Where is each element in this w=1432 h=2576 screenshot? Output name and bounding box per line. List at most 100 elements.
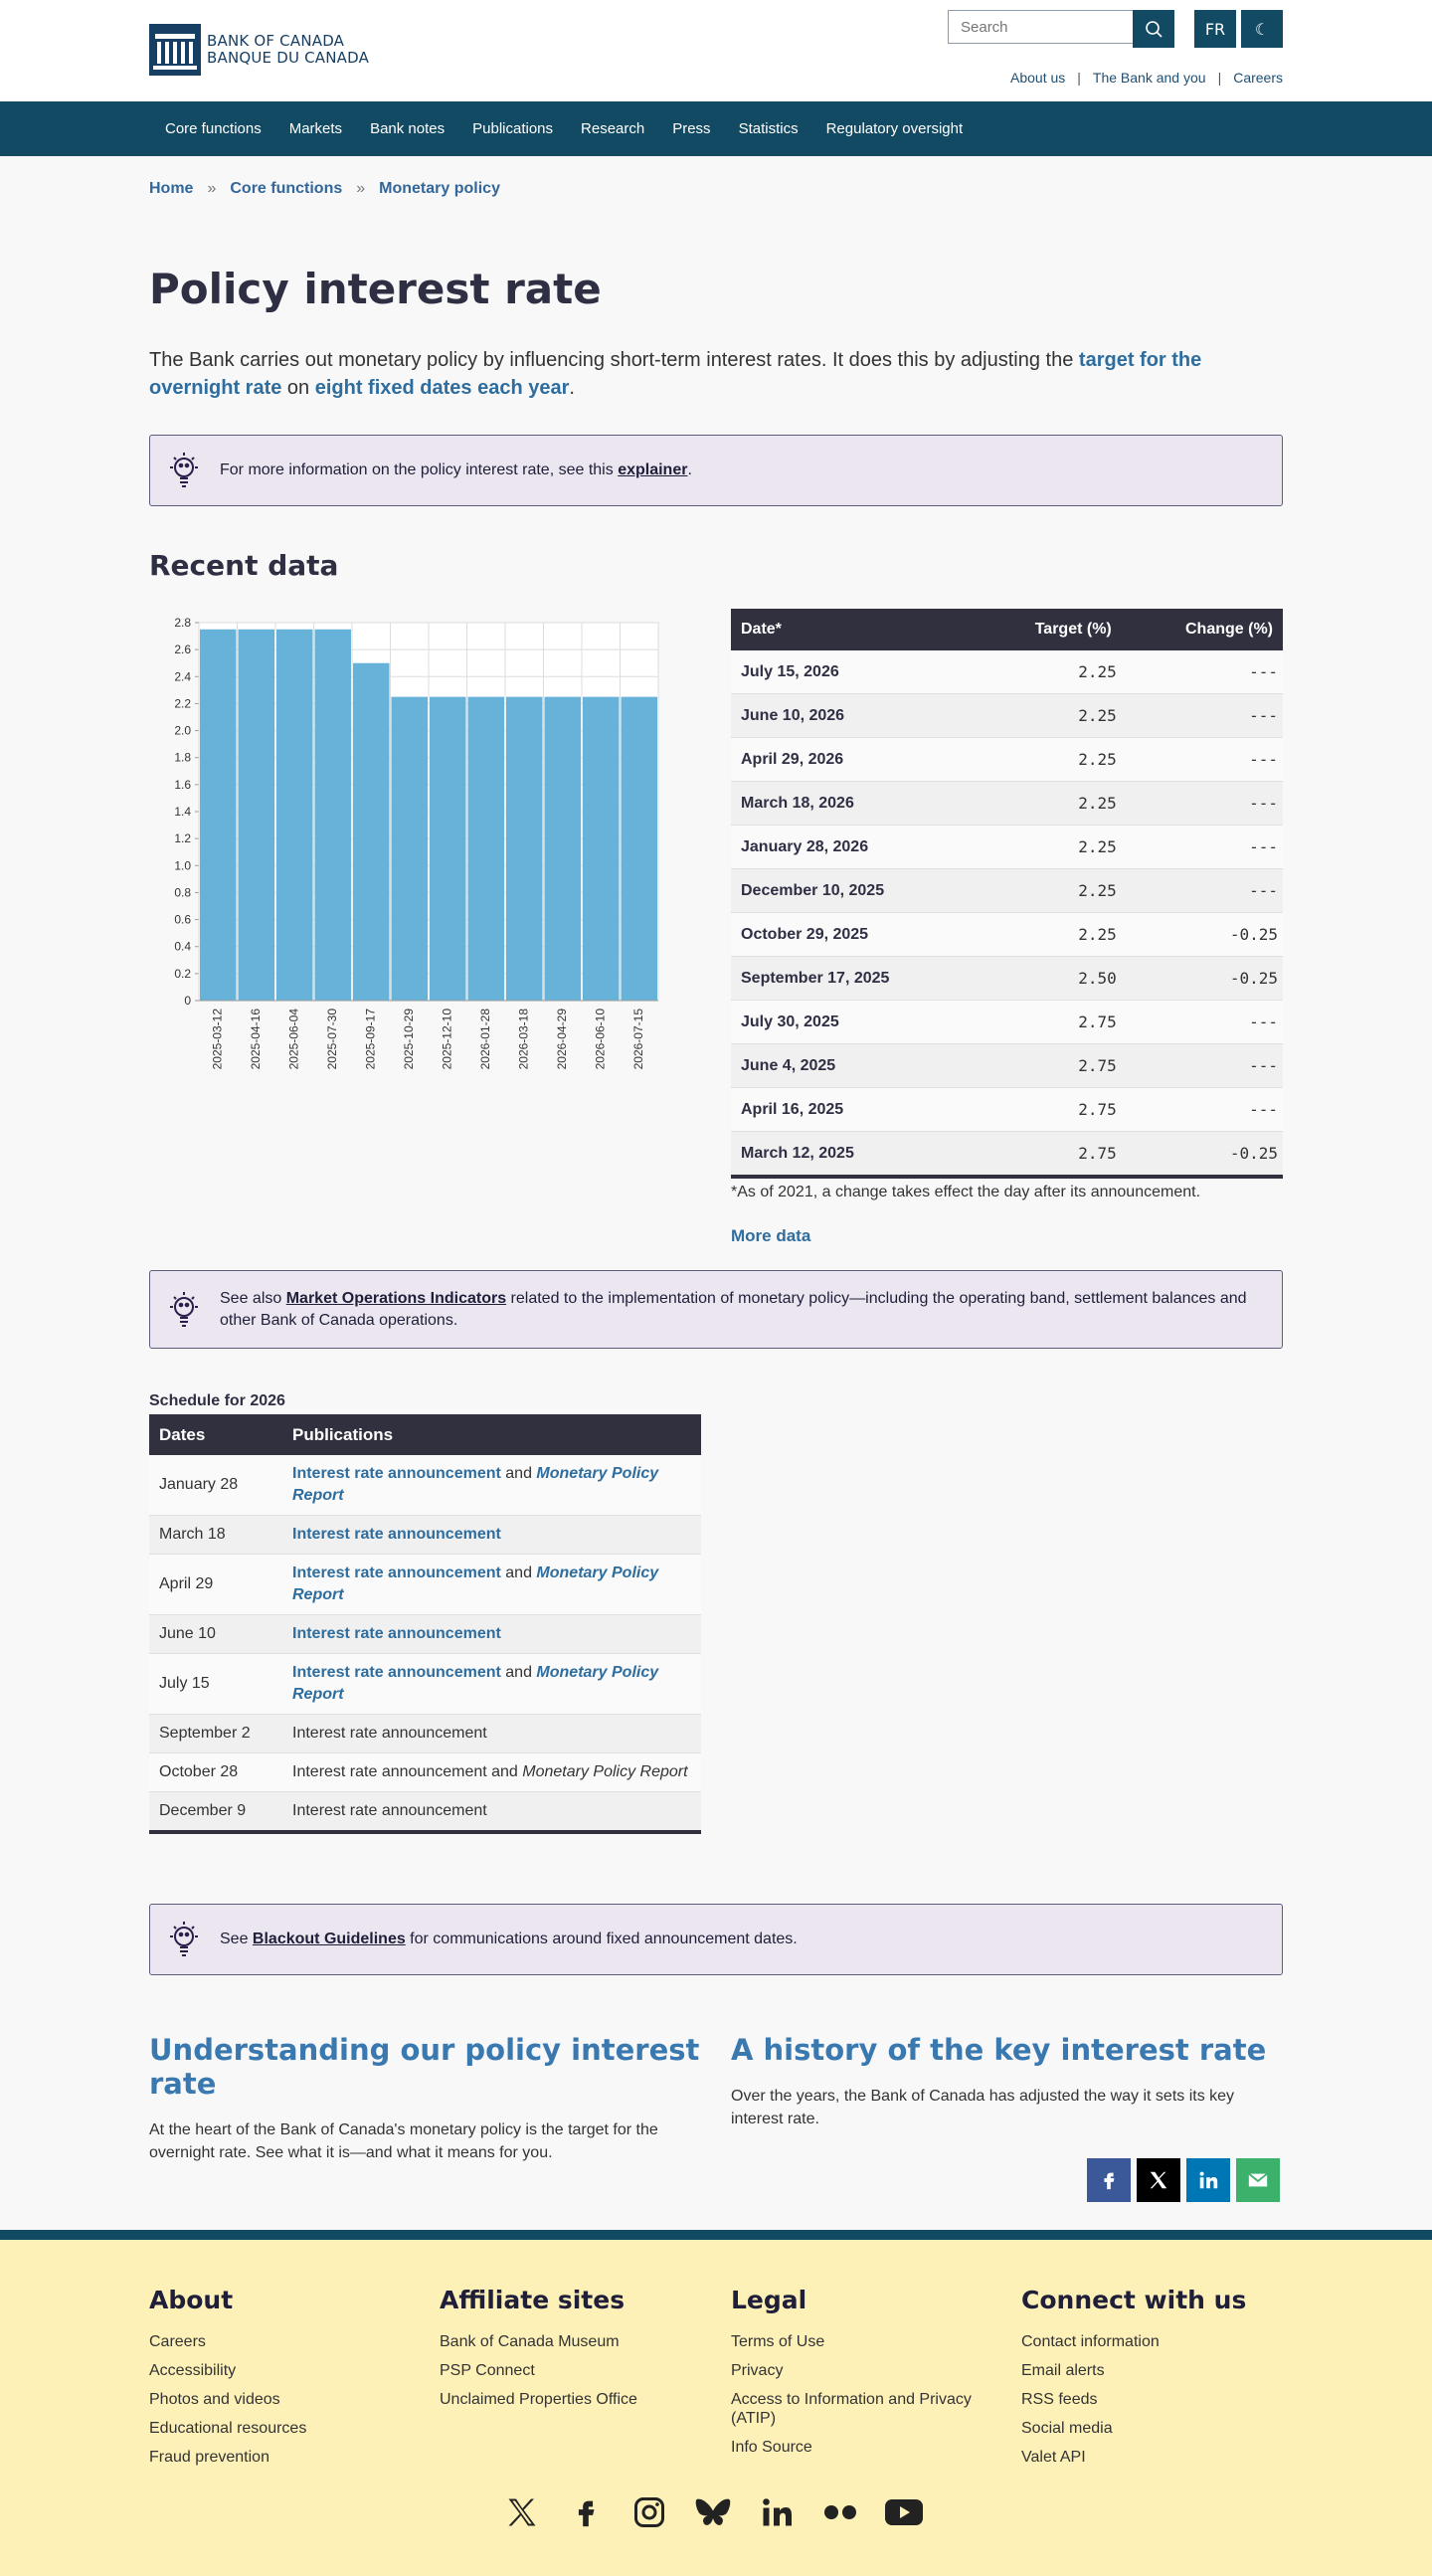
- footer-link[interactable]: Social media: [1021, 2419, 1280, 2438]
- y-tick-label: 0.4: [174, 940, 191, 954]
- breadcrumb-home[interactable]: Home: [149, 180, 193, 198]
- x-tick-label: 2026-07-15: [631, 1009, 645, 1070]
- moon-icon: ☾: [1254, 19, 1270, 39]
- table-row: March 18 Interest rate announcement: [149, 1515, 701, 1555]
- rate-date-cell: June 10, 2026: [731, 693, 977, 738]
- market-ops-link[interactable]: Market Operations Indicators: [286, 1290, 506, 1307]
- social-flickr-link[interactable]: [820, 2492, 860, 2532]
- more-data-link[interactable]: More data: [731, 1226, 810, 1246]
- social-bluesky-link[interactable]: [693, 2492, 733, 2532]
- y-tick-label: 1.4: [174, 805, 191, 819]
- breadcrumb-monetary-policy[interactable]: Monetary policy: [379, 180, 500, 198]
- footer-link[interactable]: Terms of Use: [731, 2332, 980, 2351]
- rate-target-cell: 2.75: [976, 1000, 1122, 1044]
- nav-statistics[interactable]: Statistics: [725, 120, 812, 137]
- y-tick-label: 2.8: [174, 616, 191, 630]
- explainer-link[interactable]: explainer: [618, 461, 687, 478]
- nav-core-functions[interactable]: Core functions: [151, 120, 275, 137]
- x-tick-label: 2026-01-28: [478, 1009, 492, 1070]
- main-nav: Core functions Markets Bank notes Public…: [0, 101, 1432, 156]
- facebook-icon: [578, 2500, 595, 2527]
- footer-heading: Affiliate sites: [440, 2286, 626, 2314]
- rate-target-cell: 2.25: [976, 912, 1122, 957]
- footer-link[interactable]: Educational resources: [149, 2419, 408, 2438]
- chart-bar: [353, 662, 390, 1001]
- dark-mode-button[interactable]: ☾: [1241, 10, 1283, 48]
- footer-link[interactable]: Photos and videos: [149, 2390, 408, 2409]
- site-header: BANK OF CANADA BANQUE DU CANADA FR ☾ Abo…: [0, 0, 1432, 101]
- interest-rate-announcement-link[interactable]: Interest rate announcement: [292, 1465, 501, 1482]
- x-icon: [1150, 2171, 1167, 2189]
- fixed-dates-link[interactable]: eight fixed dates each year: [315, 377, 570, 399]
- chart-bar: [430, 696, 466, 1001]
- footer-col-affiliates: Affiliate sites Bank of Canada Museum PS…: [440, 2286, 698, 2419]
- bluesky-icon: [695, 2498, 731, 2525]
- search-button[interactable]: [1133, 10, 1174, 48]
- table-header-row: Dates Publications: [149, 1414, 701, 1455]
- nav-bank-notes[interactable]: Bank notes: [356, 120, 458, 137]
- table-row: June 10, 2026 2.25 ---: [731, 693, 1283, 738]
- footer-link[interactable]: Email alerts: [1021, 2361, 1280, 2380]
- footer-link[interactable]: Accessibility: [149, 2361, 408, 2380]
- info-text: For more information on the policy inter…: [220, 461, 619, 478]
- social-youtube-link[interactable]: [884, 2492, 924, 2532]
- blackout-guidelines-link[interactable]: Blackout Guidelines: [253, 1931, 406, 1947]
- page-title: Policy interest rate: [149, 265, 602, 313]
- social-x-link[interactable]: [502, 2492, 542, 2532]
- col-header-target: Target (%): [976, 609, 1122, 650]
- footer-link[interactable]: Unclaimed Properties Office: [440, 2390, 698, 2409]
- footer-link[interactable]: PSP Connect: [440, 2361, 698, 2380]
- col-header-change: Change (%): [1121, 609, 1283, 650]
- breadcrumb-core-functions[interactable]: Core functions: [230, 180, 342, 198]
- careers-link[interactable]: Careers: [1233, 70, 1283, 86]
- rate-date-cell: July 15, 2026: [731, 650, 977, 694]
- footer-link[interactable]: Access to Information and Privacy (ATIP): [731, 2390, 980, 2428]
- interest-rate-announcement-link[interactable]: Interest rate announcement: [292, 1526, 501, 1543]
- interest-rate-announcement-link[interactable]: Interest rate announcement: [292, 1625, 501, 1642]
- about-us-link[interactable]: About us: [1010, 70, 1065, 86]
- y-tick-label: 2.0: [174, 724, 191, 738]
- x-tick-label: 2025-09-17: [363, 1009, 377, 1070]
- nav-publications[interactable]: Publications: [458, 120, 567, 137]
- nav-markets[interactable]: Markets: [275, 120, 356, 137]
- rate-date-cell: April 16, 2025: [731, 1087, 977, 1132]
- social-linkedin-link[interactable]: [757, 2492, 797, 2532]
- table-row: April 16, 2025 2.75 ---: [731, 1087, 1283, 1132]
- footer-link[interactable]: Fraud prevention: [149, 2448, 408, 2467]
- search-input[interactable]: [948, 10, 1133, 44]
- interest-rate-announcement-link[interactable]: Interest rate announcement: [292, 1664, 501, 1681]
- info-text: See: [220, 1931, 253, 1947]
- feature-title-link[interactable]: Understanding our policy interest rate: [149, 2033, 701, 2101]
- footer-link[interactable]: RSS feeds: [1021, 2390, 1280, 2409]
- schedule-publications-cell: Interest rate announcement and Monetary …: [282, 1752, 701, 1792]
- footer-link[interactable]: Careers: [149, 2332, 408, 2351]
- social-facebook-link[interactable]: [566, 2492, 606, 2532]
- language-toggle-button[interactable]: FR: [1194, 10, 1236, 48]
- share-x-button[interactable]: [1137, 2158, 1180, 2202]
- feature-text: At the heart of the Bank of Canada's mon…: [149, 2121, 658, 2161]
- footer-link[interactable]: Privacy: [731, 2361, 980, 2380]
- bank-logo[interactable]: BANK OF CANADA BANQUE DU CANADA: [149, 24, 369, 76]
- share-email-button[interactable]: [1236, 2158, 1280, 2202]
- share-facebook-button[interactable]: [1087, 2158, 1131, 2202]
- logo-text-fr: BANQUE DU CANADA: [207, 49, 370, 67]
- share-linkedin-button[interactable]: [1186, 2158, 1230, 2202]
- schedule-date-cell: October 28: [149, 1752, 282, 1792]
- rate-change-cell: ---: [1121, 1087, 1283, 1132]
- nav-press[interactable]: Press: [658, 120, 724, 137]
- lead-text: The Bank carries out monetary policy by …: [149, 349, 1079, 371]
- footer-link[interactable]: Bank of Canada Museum: [440, 2332, 698, 2351]
- rate-date-cell: January 28, 2026: [731, 825, 977, 869]
- footer-link[interactable]: Contact information: [1021, 2332, 1280, 2351]
- schedule-date-cell: April 29: [149, 1554, 282, 1615]
- nav-research[interactable]: Research: [567, 120, 658, 137]
- lightbulb-icon: [170, 453, 198, 487]
- footer-link[interactable]: Info Source: [731, 2438, 980, 2457]
- social-instagram-link[interactable]: [629, 2492, 669, 2532]
- nav-regulatory-oversight[interactable]: Regulatory oversight: [812, 120, 978, 137]
- bank-and-you-link[interactable]: The Bank and you: [1093, 70, 1206, 86]
- feature-title-link[interactable]: A history of the key interest rate: [731, 2033, 1283, 2067]
- footer-link[interactable]: Valet API: [1021, 2448, 1280, 2467]
- interest-rate-announcement-link[interactable]: Interest rate announcement: [292, 1564, 501, 1581]
- feature-understanding: Understanding our policy interest rate A…: [149, 2033, 701, 2164]
